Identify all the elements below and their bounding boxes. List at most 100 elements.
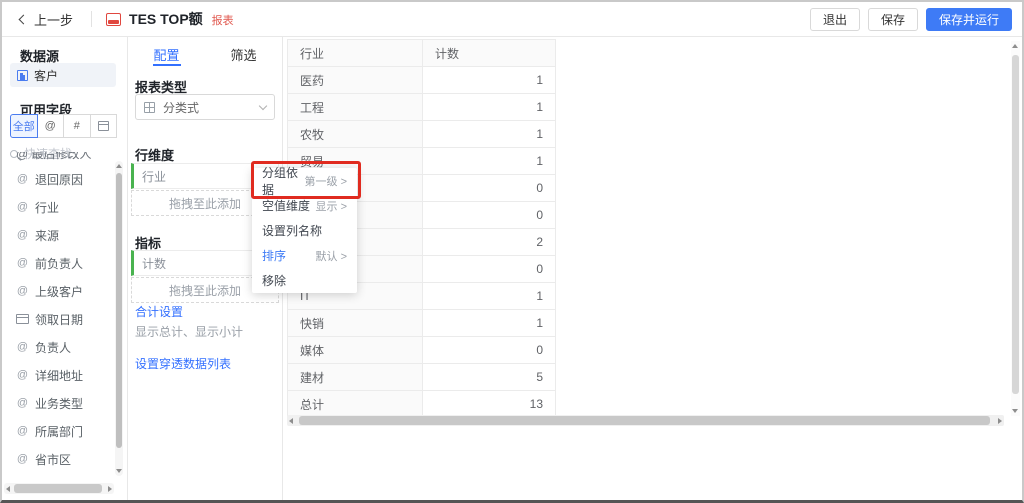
field-item[interactable]: 领取日期 <box>2 305 114 333</box>
industry-cell[interactable]: 农牧 <box>287 120 423 148</box>
back-button[interactable]: 上一步 <box>18 10 73 29</box>
count-cell[interactable]: 0 <box>422 174 556 202</box>
table-row[interactable]: 建材 5 <box>287 363 556 391</box>
calendar-icon <box>97 121 109 131</box>
field-item[interactable]: 所属部门 <box>2 417 114 445</box>
scrollbar-thumb[interactable] <box>1012 55 1019 394</box>
tab-config[interactable]: 配置 <box>128 37 205 65</box>
scroll-down-icon[interactable] <box>1012 409 1018 413</box>
field-item[interactable]: 行业 <box>2 193 114 221</box>
count-cell[interactable]: 1 <box>422 93 556 121</box>
scroll-left-icon[interactable] <box>6 485 10 492</box>
row-dimension-label: 行维度 <box>135 148 175 163</box>
topbar-actions: 退出 保存 保存并运行 <box>809 7 1012 31</box>
building-icon <box>17 69 28 81</box>
column-header-industry[interactable]: 行业 <box>287 39 423 67</box>
menu-item-label: 空值维度 <box>262 199 311 213</box>
context-menu-item[interactable]: 设置列名称 <box>252 218 357 243</box>
count-cell[interactable]: 1 <box>422 120 556 148</box>
dimension-context-menu: 分组依据 第一级 > 空值维度 显示 > 设置列名称 排序 默认 > 移除 <box>252 166 357 293</box>
scroll-left-icon[interactable] <box>289 417 293 424</box>
scroll-down-icon[interactable] <box>116 469 122 473</box>
context-menu-item[interactable]: 移除 <box>252 268 357 293</box>
app-window: 上一步 TES TOP额 报表 退出 保存 保存并运行 数据源 客户 可用字段 … <box>0 0 1024 503</box>
datasource-item-label: 客户 <box>34 68 59 83</box>
industry-cell[interactable]: 工程 <box>287 93 423 121</box>
scrollbar-thumb[interactable] <box>14 484 102 493</box>
field-item[interactable]: 业务类型 <box>2 389 114 417</box>
datasource-item-customer[interactable]: 客户 <box>10 63 116 87</box>
industry-cell[interactable]: 建材 <box>287 363 423 391</box>
exit-button[interactable]: 退出 <box>809 7 860 31</box>
field-item-label: 前负责人 <box>35 256 84 271</box>
canvas-horizontal-scrollbar[interactable] <box>287 415 1004 426</box>
table-row[interactable]: 媒体 0 <box>287 336 556 364</box>
top-bar: 上一步 TES TOP额 报表 退出 保存 保存并运行 <box>2 2 1022 37</box>
field-item[interactable]: 上级客户 <box>2 277 114 305</box>
field-item-label: 业务类型 <box>35 396 84 411</box>
save-and-run-button[interactable]: 保存并运行 <box>925 7 1012 31</box>
count-cell[interactable]: 0 <box>422 255 556 283</box>
context-menu-item[interactable]: 排序 默认 > <box>252 243 357 268</box>
field-filter-tab[interactable]: 全部 <box>10 114 38 138</box>
industry-cell[interactable]: 媒体 <box>287 336 423 364</box>
menu-item-value: 显示 > <box>315 200 347 213</box>
count-cell[interactable]: 2 <box>422 228 556 256</box>
field-item[interactable]: 详细地址 <box>2 361 114 389</box>
count-cell[interactable]: 5 <box>422 363 556 391</box>
scroll-up-icon[interactable] <box>116 164 122 168</box>
total-settings-link[interactable]: 合计设置 <box>135 303 183 320</box>
scroll-right-icon[interactable] <box>998 417 1002 424</box>
table-row[interactable]: 工程 1 <box>287 93 556 121</box>
industry-cell[interactable]: 总计 <box>287 390 423 418</box>
scroll-up-icon[interactable] <box>1012 44 1018 48</box>
metric-item-label: 计数 <box>142 256 167 271</box>
industry-cell[interactable]: 快销 <box>287 309 423 337</box>
sidebar-horizontal-scrollbar[interactable] <box>4 483 114 494</box>
drill-through-link[interactable]: 设置穿透数据列表 <box>135 355 231 372</box>
divider <box>91 11 93 27</box>
count-cell[interactable]: 0 <box>422 201 556 229</box>
sidebar-vertical-scrollbar[interactable] <box>115 161 123 476</box>
row-dimension-item-label: 行业 <box>142 169 167 184</box>
count-cell[interactable]: 1 <box>422 309 556 337</box>
table-row[interactable]: 总计 13 <box>287 390 556 418</box>
count-cell[interactable]: 1 <box>422 66 556 94</box>
table-row[interactable]: 医药 1 <box>287 66 556 94</box>
save-button[interactable]: 保存 <box>867 7 918 31</box>
chevron-down-icon <box>258 101 268 110</box>
count-cell[interactable]: 1 <box>422 282 556 310</box>
field-item[interactable]: 来源 <box>2 221 114 249</box>
field-item[interactable]: 退回原因 <box>2 165 114 193</box>
report-doc-icon <box>106 12 122 26</box>
field-item[interactable]: 前负责人 <box>2 249 114 277</box>
table-row[interactable]: 农牧 1 <box>287 120 556 148</box>
datasource-sidebar: 数据源 客户 可用字段 全部 @ # 快速查找 @ 最后修改人 @ 退回原因 @… <box>2 37 128 500</box>
canvas-vertical-scrollbar[interactable] <box>1011 41 1020 416</box>
report-type-badge: 报表 <box>211 15 234 27</box>
scrollbar-thumb[interactable] <box>299 416 990 425</box>
table-row[interactable]: 快销 1 <box>287 309 556 337</box>
scroll-right-icon[interactable] <box>108 485 112 492</box>
grid-icon <box>144 101 155 113</box>
count-cell[interactable]: 0 <box>422 336 556 364</box>
field-filter-tab[interactable] <box>90 114 117 138</box>
field-item[interactable]: 负责人 <box>2 333 114 361</box>
industry-cell[interactable]: 医药 <box>287 66 423 94</box>
field-item-clipped[interactable]: @ 最后修改人 <box>16 152 108 165</box>
field-item-label: 退回原因 <box>35 172 84 187</box>
field-filter-tab[interactable]: # <box>64 114 91 138</box>
context-menu-item[interactable]: 空值维度 显示 > <box>252 193 357 218</box>
field-item-label: 省市区 <box>35 452 72 467</box>
field-item[interactable]: 省市区 <box>2 445 114 473</box>
scrollbar-thumb[interactable] <box>116 173 122 448</box>
column-header-count[interactable]: 计数 <box>422 39 556 67</box>
context-menu-item[interactable]: 分组依据 第一级 > <box>252 166 357 197</box>
report-type-value: 分类式 <box>163 100 200 115</box>
count-cell[interactable]: 13 <box>422 390 556 418</box>
field-type-icon <box>16 257 29 269</box>
tab-filter[interactable]: 筛选 <box>205 37 282 65</box>
report-type-select[interactable]: 分类式 <box>135 94 275 120</box>
count-cell[interactable]: 1 <box>422 147 556 175</box>
field-filter-tab[interactable]: @ <box>37 114 64 138</box>
